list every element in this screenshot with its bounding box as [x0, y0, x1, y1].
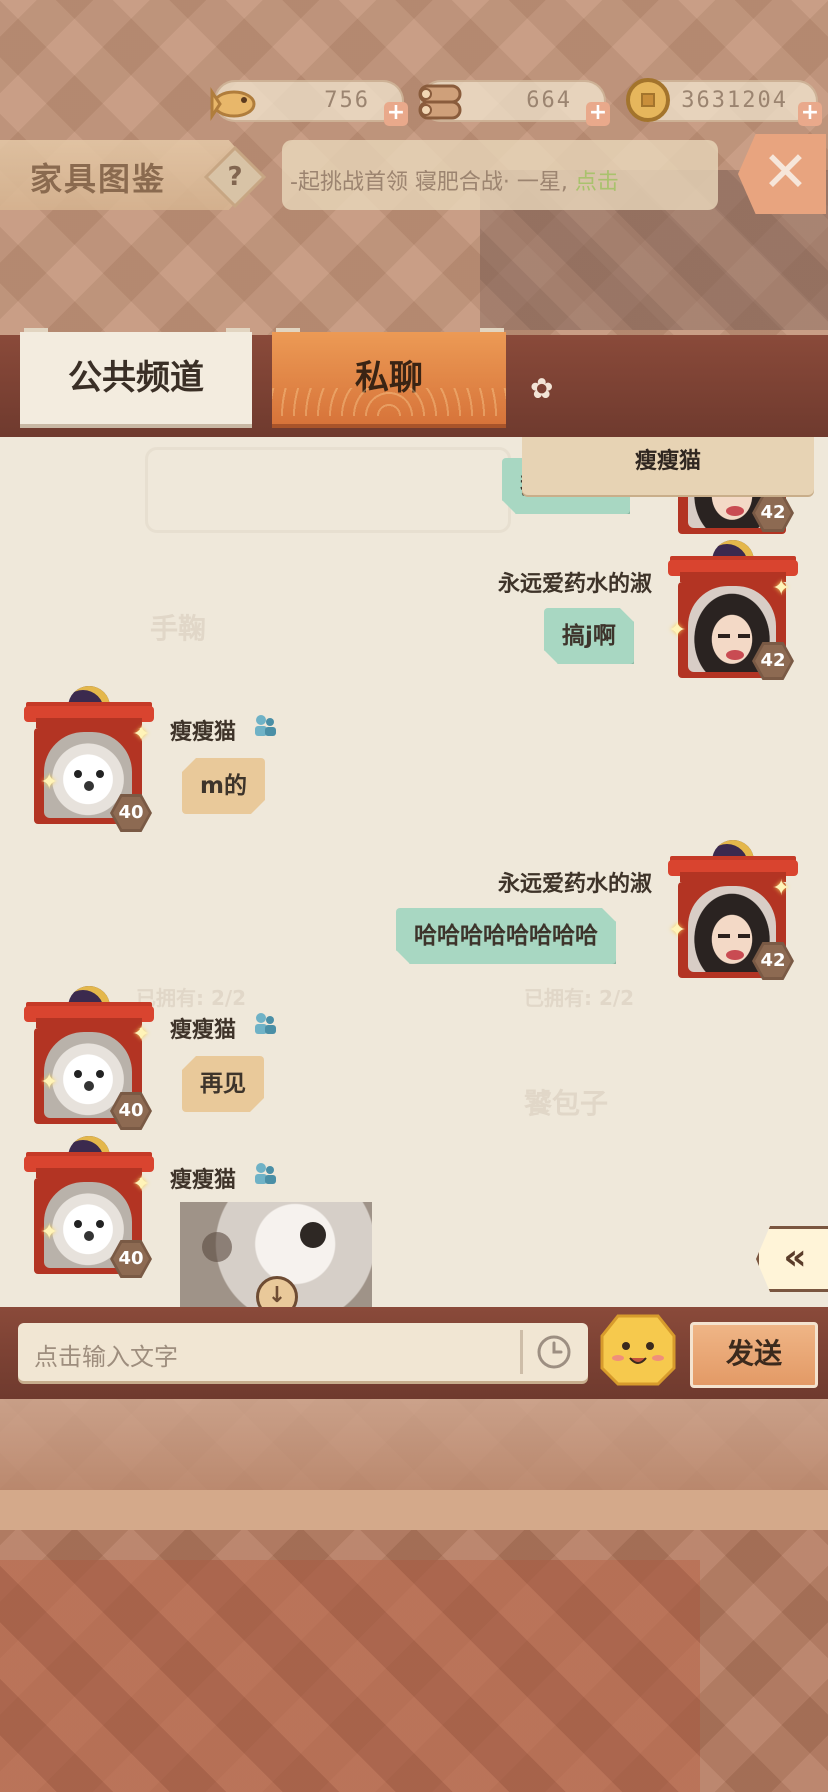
sparkle-icon: ✦	[668, 618, 687, 643]
torii-gate	[36, 1018, 142, 1028]
background-shelf	[0, 1490, 828, 1530]
coin-resource: 3631204 +	[626, 78, 822, 126]
fish-count: 756	[324, 88, 370, 113]
background-ghost-text: 手鞠	[150, 612, 207, 645]
banner-link[interactable]: 点击	[575, 170, 619, 195]
fish-icon	[210, 87, 256, 121]
torii-gate	[680, 872, 786, 882]
sender-notice[interactable]: 瘦瘦猫	[522, 437, 814, 495]
sparkle-icon: ✦	[132, 722, 151, 747]
background-ghost-text: 已拥有: 2/2	[524, 986, 635, 1010]
close-icon: ✕	[762, 140, 809, 205]
sender-name: 瘦瘦猫	[170, 720, 237, 745]
sparkle-icon: ✦	[40, 1070, 59, 1095]
torii-gate	[36, 718, 142, 728]
message-input-placeholder[interactable]: 点击输入文字	[34, 1337, 178, 1372]
banner-text: -起挑战首领 寝肥合战· 一星, 点击	[290, 164, 710, 196]
flower-icon: ✿	[530, 372, 554, 405]
background-card	[145, 447, 511, 533]
add-wood-button[interactable]: +	[586, 102, 610, 126]
collapse-button[interactable]: «	[756, 1226, 828, 1292]
add-coin-button[interactable]: +	[798, 102, 822, 126]
page-title: 家具图鉴	[30, 160, 167, 198]
close-button[interactable]: ✕	[738, 134, 826, 214]
help-icon: ?	[227, 162, 243, 192]
background-rug	[0, 1560, 700, 1792]
chat-bubble[interactable]: 哈哈哈哈哈哈哈哈	[396, 908, 616, 964]
sender-name: 永远爱药水的淑	[497, 572, 652, 597]
help-button[interactable]: ?	[208, 150, 262, 204]
fish-resource: 756 +	[210, 80, 408, 126]
tab-private-chat[interactable]: 私聊	[272, 332, 506, 424]
wood-icon	[418, 84, 462, 120]
add-fish-button[interactable]: +	[384, 102, 408, 126]
chat-bubble[interactable]: 搞j啊	[544, 608, 634, 664]
friend-icon	[255, 715, 276, 736]
friend-icon	[255, 1163, 276, 1184]
send-button[interactable]: 发送	[690, 1322, 818, 1388]
sparkle-icon: ✦	[772, 876, 791, 901]
double-chevron-left-icon: «	[783, 1237, 807, 1278]
sparkle-icon: ✦	[40, 770, 59, 795]
friend-icon	[255, 1013, 276, 1034]
sender-name: 瘦瘦猫	[170, 1168, 237, 1193]
banner-message: -起挑战首领 寝肥合战· 一星,	[290, 170, 568, 195]
coin-count: 3631204	[681, 88, 788, 113]
chat-bubble[interactable]: m的	[182, 758, 265, 814]
tab-public-channel[interactable]: 公共频道	[20, 332, 252, 424]
torii-gate	[680, 572, 786, 582]
torii-gate	[36, 1168, 142, 1178]
sparkle-icon: ✦	[772, 576, 791, 601]
coin-icon	[626, 78, 670, 122]
chat-bubble[interactable]: 再见	[182, 1056, 264, 1112]
background-ghost-text: 饕包子	[524, 1087, 609, 1120]
sender-name: 瘦瘦猫	[170, 1018, 237, 1043]
sender-name: 永远爱药水的淑	[497, 872, 652, 897]
wood-count: 664	[526, 88, 572, 113]
sparkle-icon: ✦	[668, 918, 687, 943]
emoji-face-icon[interactable]	[600, 1312, 676, 1388]
clock-icon[interactable]	[536, 1334, 572, 1370]
sparkle-icon: ✦	[132, 1172, 151, 1197]
wood-resource: 664 +	[418, 80, 610, 126]
input-divider	[520, 1330, 523, 1374]
sparkle-icon: ✦	[40, 1220, 59, 1245]
sparkle-icon: ✦	[132, 1022, 151, 1047]
